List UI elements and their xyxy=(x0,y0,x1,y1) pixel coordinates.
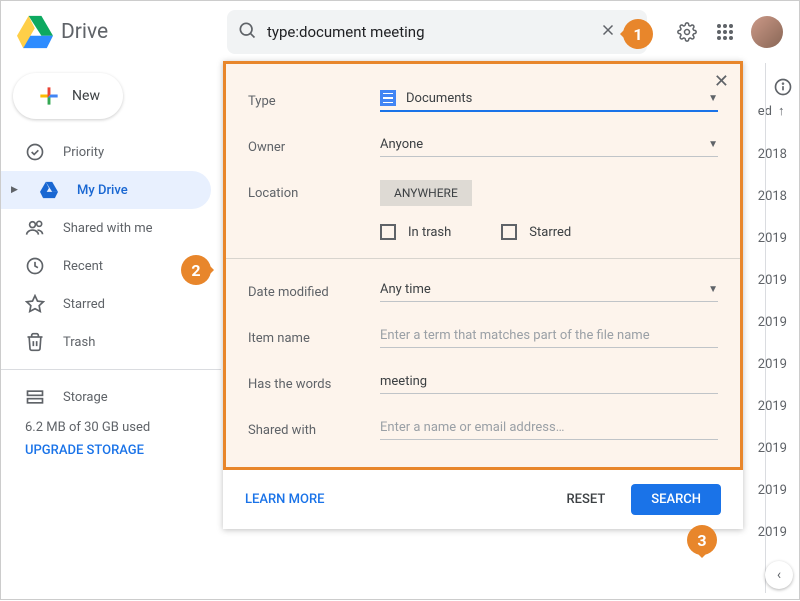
info-icon[interactable] xyxy=(771,75,795,99)
type-dropdown[interactable]: Documents ▼ xyxy=(380,90,718,112)
trash-icon xyxy=(25,332,45,352)
sidebar-item-label: Priority xyxy=(63,145,104,160)
app-name: Drive xyxy=(61,20,108,44)
sidebar-item-recent[interactable]: Recent xyxy=(1,247,211,285)
shared-icon xyxy=(25,218,45,238)
tutorial-callout-1: 1 xyxy=(623,19,653,49)
new-button[interactable]: New xyxy=(13,73,123,119)
date-dropdown[interactable]: Any time ▼ xyxy=(380,282,718,302)
sidebar-item-trash[interactable]: Trash xyxy=(1,323,211,361)
divider xyxy=(1,369,221,370)
panel-footer: LEARN MORE RESET SEARCH xyxy=(223,470,743,529)
clock-icon xyxy=(25,256,45,276)
in-trash-label: In trash xyxy=(408,225,451,240)
plus-icon xyxy=(36,83,62,109)
upgrade-storage-link[interactable]: UPGRADE STORAGE xyxy=(1,435,221,458)
sidebar-item-shared[interactable]: Shared with me xyxy=(1,209,211,247)
header-actions xyxy=(675,16,783,48)
storage-usage: 6.2 MB of 30 GB used xyxy=(1,416,221,435)
owner-dropdown[interactable]: Anyone ▼ xyxy=(380,137,718,157)
item-name-input[interactable] xyxy=(380,328,718,343)
location-chip[interactable]: ANYWHERE xyxy=(380,180,472,206)
location-label: Location xyxy=(248,186,380,201)
shared-with-input[interactable] xyxy=(380,420,718,435)
drive-icon xyxy=(39,180,59,200)
type-label: Type xyxy=(248,94,380,109)
storage-icon xyxy=(25,387,45,407)
tutorial-callout-2: 2 xyxy=(181,255,211,285)
right-side-rail xyxy=(765,63,799,593)
has-words-input[interactable] xyxy=(380,374,718,389)
type-value: Documents xyxy=(406,91,472,106)
has-words-label: Has the words xyxy=(248,377,380,392)
close-panel-icon[interactable]: ✕ xyxy=(714,71,729,92)
star-icon xyxy=(25,294,45,314)
sidebar-item-storage[interactable]: Storage xyxy=(1,378,221,416)
checkbox-icon xyxy=(501,224,517,240)
logo-area[interactable]: Drive xyxy=(17,14,227,50)
sidebar-item-label: Starred xyxy=(63,297,105,312)
shared-with-label: Shared with xyxy=(248,423,380,438)
owner-label: Owner xyxy=(248,140,380,155)
collapse-side-panel-icon[interactable]: ‹ xyxy=(765,561,793,589)
separator xyxy=(226,258,740,259)
storage-label: Storage xyxy=(63,390,108,405)
date-label: Date modified xyxy=(248,285,380,300)
sidebar-item-priority[interactable]: Priority xyxy=(1,133,211,171)
expand-icon[interactable]: ▶ xyxy=(11,185,19,195)
new-button-label: New xyxy=(72,88,100,104)
search-bar[interactable]: ▾ xyxy=(227,10,647,54)
reset-button[interactable]: RESET xyxy=(550,484,621,515)
starred-checkbox[interactable]: Starred xyxy=(501,224,571,240)
sidebar-item-label: Shared with me xyxy=(63,221,153,236)
item-name-label: Item name xyxy=(248,331,380,346)
in-trash-checkbox[interactable]: In trash xyxy=(380,224,451,240)
app-header: Drive ▾ xyxy=(1,1,799,63)
sidebar-item-label: Recent xyxy=(63,259,103,274)
drive-logo-icon xyxy=(17,14,53,50)
sidebar-item-my-drive[interactable]: ▶ My Drive xyxy=(1,171,211,209)
sidebar-item-label: My Drive xyxy=(77,183,128,198)
checkbox-icon xyxy=(380,224,396,240)
user-avatar[interactable] xyxy=(751,16,783,48)
document-icon xyxy=(380,90,396,106)
starred-label: Starred xyxy=(529,225,571,240)
settings-gear-icon[interactable] xyxy=(675,20,699,44)
search-input[interactable] xyxy=(267,23,595,41)
apps-grid-icon[interactable] xyxy=(713,20,737,44)
search-icon xyxy=(237,20,257,44)
advanced-search-panel: ✕ Type Documents ▼ Owner Anyone ▼ Locati… xyxy=(223,61,743,529)
sidebar: New Priority ▶ My Drive Shared with me R… xyxy=(1,63,221,601)
owner-value: Anyone xyxy=(380,137,423,152)
sidebar-item-starred[interactable]: Starred xyxy=(1,285,211,323)
sidebar-item-label: Trash xyxy=(63,335,95,350)
search-button[interactable]: SEARCH xyxy=(631,484,721,515)
chevron-down-icon: ▼ xyxy=(708,139,718,150)
chevron-down-icon: ▼ xyxy=(708,93,718,104)
priority-icon xyxy=(25,142,45,162)
date-value: Any time xyxy=(380,282,431,297)
chevron-down-icon: ▼ xyxy=(708,284,718,295)
learn-more-link[interactable]: LEARN MORE xyxy=(245,492,324,507)
tutorial-callout-3: 3 xyxy=(687,525,717,555)
